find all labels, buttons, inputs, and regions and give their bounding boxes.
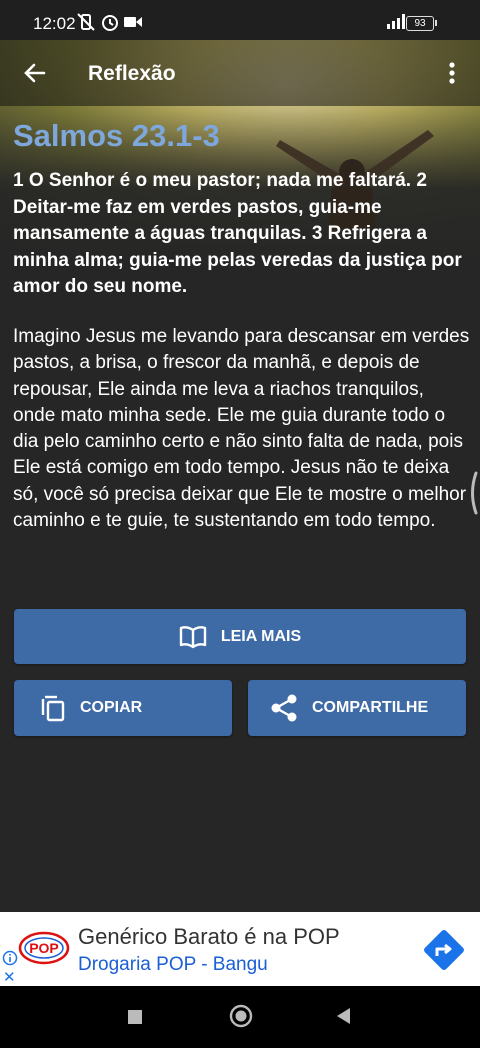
more-options-button[interactable] — [440, 58, 464, 88]
share-label: COMPARTILHE — [312, 699, 429, 716]
alarm-icon — [100, 12, 120, 37]
signal-icon — [386, 12, 408, 35]
read-more-label: LEIA MAIS — [220, 627, 302, 645]
arrow-left-icon — [24, 63, 46, 83]
pop-logo: POP — [18, 931, 70, 965]
share-icon — [271, 694, 297, 722]
directions-icon — [424, 930, 464, 970]
ad-banner[interactable]: POP Genérico Barato é na POP Drogaria PO… — [0, 912, 480, 986]
system-navigation-bar — [0, 986, 480, 1048]
recents-icon[interactable] — [126, 1008, 144, 1026]
read-more-button[interactable]: LEIA MAIS — [14, 609, 466, 664]
home-icon[interactable] — [228, 1003, 254, 1029]
page-title: Reflexão — [88, 62, 176, 85]
status-bar: 12:02 93 — [0, 0, 480, 40]
verse-reference: Salmos 23.1-3 — [13, 118, 220, 153]
back-button[interactable] — [20, 58, 50, 88]
app-bar: Reflexão — [0, 40, 480, 106]
ad-close-button[interactable]: ✕ — [3, 968, 16, 986]
reflection-text: Imagino Jesus me levando para descansar … — [13, 326, 470, 532]
scroll-handle[interactable] — [466, 470, 480, 516]
copy-label: COPIAR — [80, 699, 143, 716]
back-nav-icon[interactable] — [334, 1006, 352, 1026]
ad-subtitle[interactable]: Drogaria POP - Bangu — [78, 954, 268, 976]
more-vertical-icon — [449, 62, 455, 84]
no-vibrate-icon — [76, 12, 96, 37]
ad-title[interactable]: Genérico Barato é na POP — [78, 924, 340, 950]
battery-icon: 93 — [406, 16, 437, 31]
copy-button[interactable]: COPIAR — [14, 680, 232, 736]
book-open-icon — [179, 625, 207, 648]
ad-navigate-button[interactable] — [420, 926, 468, 979]
share-button[interactable]: COMPARTILHE — [248, 680, 466, 736]
pop-logo-text: POP — [29, 940, 59, 956]
copy-icon — [41, 695, 65, 722]
status-time: 12:02 — [33, 14, 76, 33]
video-camera-icon — [123, 12, 143, 37]
verse-text: 1 O Senhor é o meu pastor; nada me falta… — [13, 170, 462, 297]
